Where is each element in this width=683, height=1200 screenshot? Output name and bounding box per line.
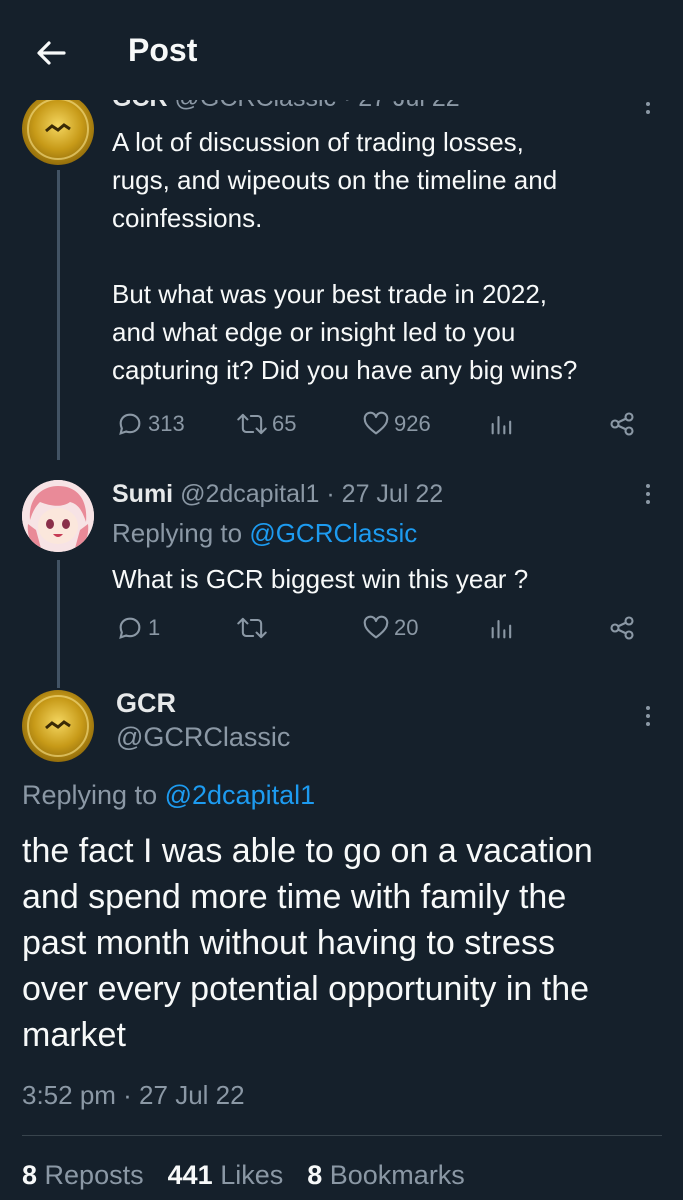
repost-button[interactable] [236, 614, 272, 642]
coin-avatar-icon [27, 98, 89, 160]
repost-icon [237, 413, 267, 435]
more-options-button[interactable] [638, 482, 658, 506]
avatar[interactable] [22, 690, 94, 762]
handle[interactable]: @2dcapital1 [180, 480, 319, 508]
like-count: 20 [394, 615, 419, 640]
display-name[interactable]: Sumi [112, 480, 173, 508]
like-count: 926 [394, 411, 431, 436]
post-date: · 27 Jul 22 [326, 480, 444, 508]
reply-icon [119, 617, 141, 639]
back-button[interactable] [30, 32, 72, 74]
reply-button[interactable]: 1 [116, 614, 160, 642]
replying-to: Replying to @2dcapital1 [22, 780, 316, 810]
analytics-icon [491, 619, 512, 639]
post-meta: Sumi @2dcapital1 · 27 Jul 22 [112, 480, 443, 509]
reply-count: 313 [148, 411, 185, 436]
replying-to-link[interactable]: @2dcapital1 [165, 780, 316, 810]
reposts-stat[interactable]: 8 Reposts [22, 1160, 144, 1191]
share-icon [610, 412, 634, 436]
action-bar: 1 20 [112, 614, 672, 648]
analytics-icon [491, 415, 512, 435]
post-timestamp[interactable]: 3:52 pm · 27 Jul 22 [22, 1080, 245, 1111]
author-handle[interactable]: @GCRClassic [116, 722, 290, 753]
divider [22, 1135, 662, 1136]
post-text: A lot of discussion of trading losses, r… [112, 127, 578, 385]
thread-line [57, 560, 60, 688]
share-button[interactable] [608, 410, 636, 438]
engagement-stats: 8 Reposts 441 Likes 8 Bookmarks [22, 1160, 465, 1191]
post-text: the fact I was able to go on a vacation … [22, 832, 593, 1054]
more-options-button[interactable] [638, 704, 658, 728]
repost-button[interactable]: 65 [236, 410, 296, 438]
views-button[interactable] [488, 614, 516, 642]
heart-icon [363, 615, 389, 639]
arrow-left-icon [37, 41, 66, 65]
anime-avatar-icon [22, 480, 94, 552]
bookmarks-stat[interactable]: 8 Bookmarks [307, 1160, 465, 1191]
avatar[interactable] [22, 480, 94, 552]
repost-icon [237, 617, 267, 639]
top-bar: Post [0, 0, 683, 100]
replying-to: Replying to @GCRClassic [112, 518, 418, 548]
reply-button[interactable]: 313 [116, 410, 185, 438]
like-button[interactable]: 926 [362, 410, 431, 438]
like-button[interactable]: 20 [362, 614, 418, 642]
repost-count: 65 [272, 411, 297, 436]
heart-icon [363, 411, 389, 435]
share-icon [610, 616, 634, 640]
replying-to-link[interactable]: @GCRClassic [249, 518, 417, 548]
post-text: What is GCR biggest win this year ? [112, 564, 529, 594]
likes-stat[interactable]: 441 Likes [168, 1160, 284, 1191]
reply-count: 1 [148, 615, 161, 640]
action-bar: 313 65 926 [112, 410, 672, 444]
views-button[interactable] [488, 410, 516, 438]
reply-icon [119, 413, 141, 435]
thread-line [57, 170, 60, 460]
avatar[interactable] [22, 93, 94, 165]
share-button[interactable] [608, 614, 636, 642]
author-name[interactable]: GCR [116, 688, 176, 719]
page-title: Post [128, 32, 198, 68]
coin-avatar-icon [27, 695, 89, 757]
